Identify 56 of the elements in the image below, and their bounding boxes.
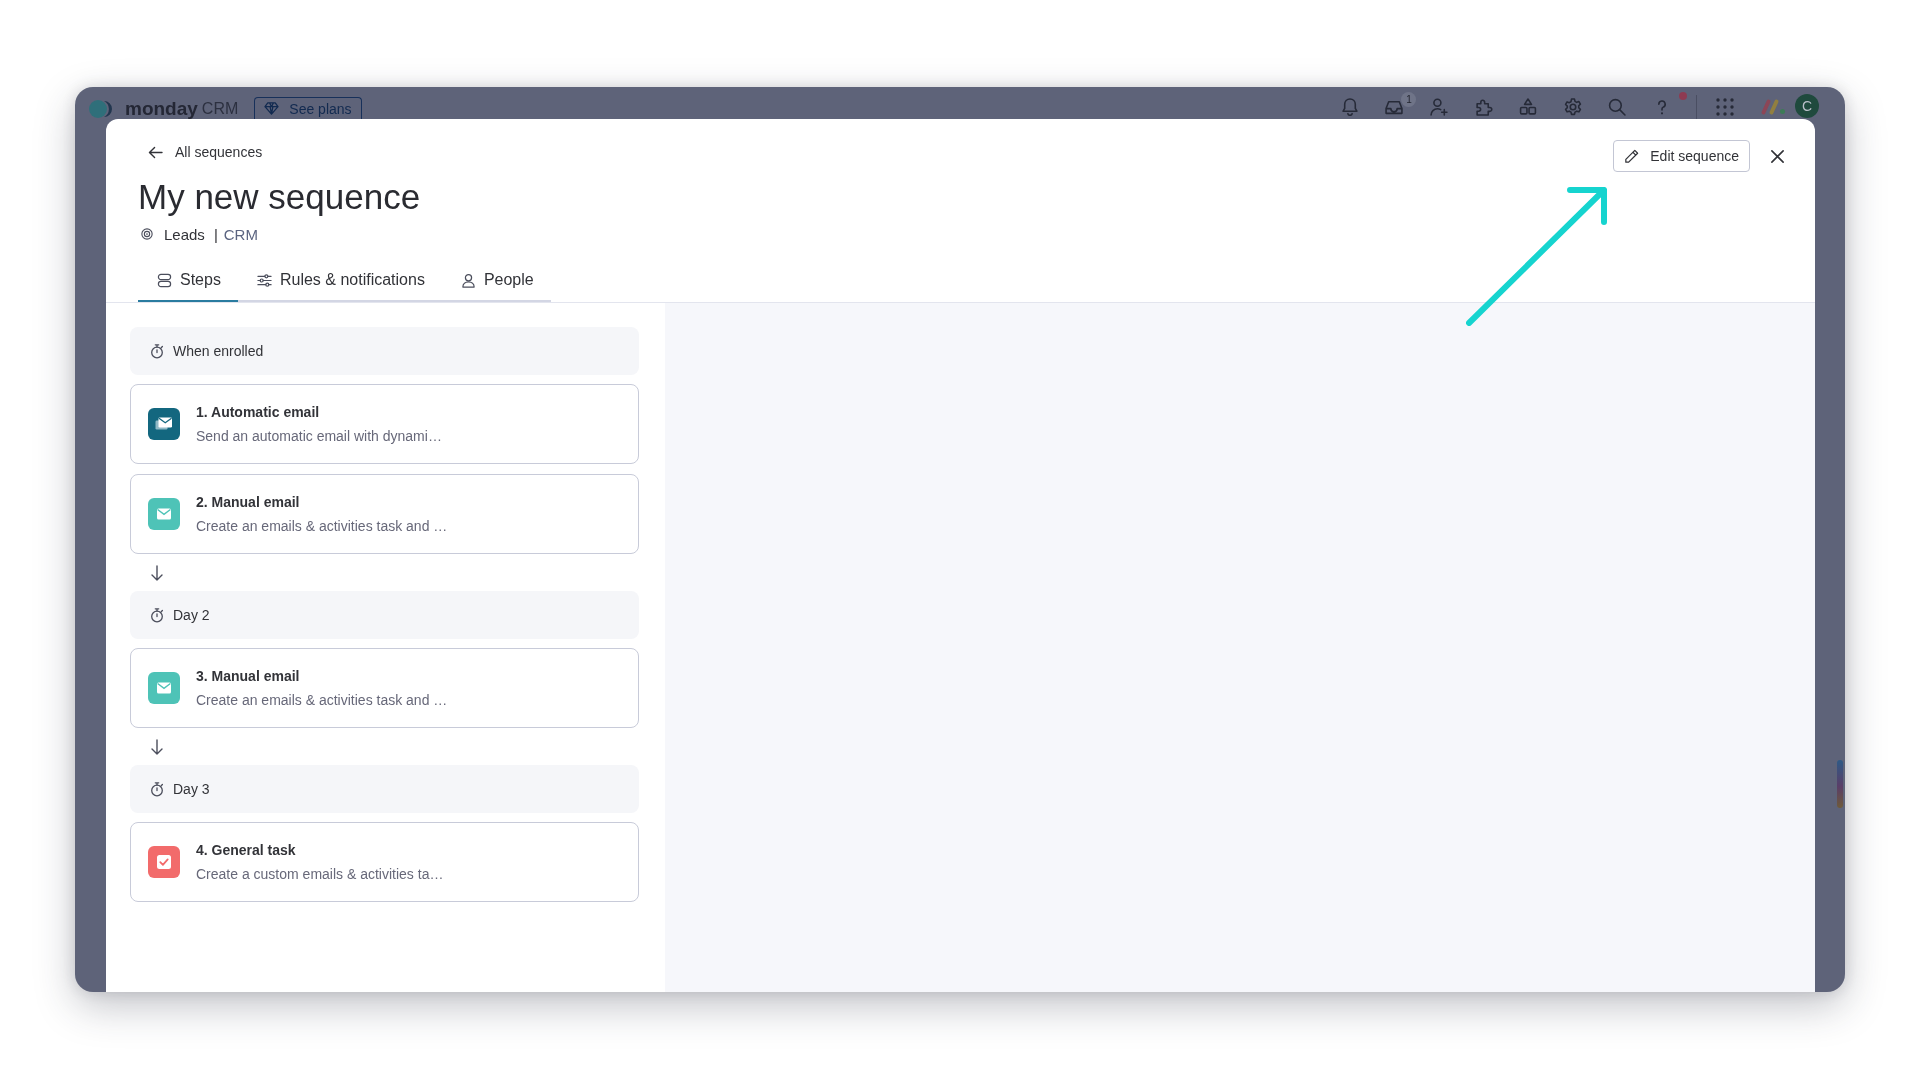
step-description: Send an automatic email with dynami…	[196, 427, 442, 445]
app-logo-icon	[88, 97, 114, 121]
envelope-icon	[148, 672, 180, 704]
tab[interactable]: People	[441, 260, 551, 302]
workspace-name: CRM	[223, 225, 258, 243]
sequence-title: My new sequence	[138, 176, 421, 218]
back-link[interactable]: All sequences	[148, 142, 263, 162]
step-description: Create an emails & activities task and …	[196, 691, 448, 709]
puzzle-icon	[1474, 98, 1493, 116]
shapes-icon	[1519, 98, 1538, 116]
settings-icon	[1563, 98, 1582, 116]
notification-count: 1	[1401, 92, 1417, 107]
product-logo-icon	[1760, 98, 1788, 116]
step-description: Create an emails & activities task and …	[196, 517, 448, 535]
user-avatar[interactable]: C	[1795, 94, 1819, 118]
tray-icon	[1385, 98, 1404, 116]
pencil-icon	[1623, 147, 1641, 165]
step-card[interactable]: 3. Manual email Create an emails & activities task and …	[130, 648, 639, 728]
edit-sequence-button[interactable]: Edit sequence	[1613, 140, 1750, 172]
envelope-icon	[148, 498, 180, 530]
timing-label: When enrolled	[173, 342, 264, 360]
person-icon	[460, 272, 476, 288]
step-title: 2. Manual email	[196, 493, 301, 511]
breadcrumb-separator: |	[213, 225, 218, 243]
dot-grid-icon	[1716, 98, 1734, 116]
sliders-icon	[256, 272, 272, 288]
product-name: CRM	[201, 100, 239, 118]
down-arrow-icon	[150, 738, 164, 755]
scroll-handle[interactable]	[1837, 760, 1843, 808]
step-title: 4. General task	[196, 841, 297, 859]
timing-label: Day 2	[173, 606, 210, 624]
tab[interactable]: Steps	[138, 260, 238, 302]
checkbox-icon	[148, 846, 180, 878]
diamond-icon	[264, 102, 280, 115]
person-plus-icon	[1430, 98, 1449, 116]
stacked-envelopes-icon	[148, 408, 180, 440]
step-title: 1. Automatic email	[196, 403, 321, 421]
board-link[interactable]: Leads	[164, 225, 205, 243]
step-title: 3. Manual email	[196, 667, 301, 685]
bell-icon	[1340, 98, 1359, 116]
stacked-rows-icon	[157, 272, 172, 288]
step-card[interactable]: 2. Manual email Create an emails & activities task and …	[130, 474, 639, 554]
stopwatch-icon	[149, 607, 165, 623]
stopwatch-icon	[149, 343, 165, 359]
timing-label: Day 3	[173, 780, 210, 798]
down-arrow-icon	[150, 564, 164, 581]
brand-name: monday	[125, 98, 198, 120]
back-arrow-icon	[148, 145, 163, 159]
target-icon	[141, 228, 153, 240]
step-card[interactable]: 4. General task Create a custom emails & activities ta…	[130, 822, 639, 902]
search-icon	[1608, 98, 1627, 116]
stopwatch-icon	[149, 781, 165, 797]
close-icon	[1769, 148, 1785, 164]
step-description: Create a custom emails & activities ta…	[196, 865, 444, 883]
step-card[interactable]: 1. Automatic email Send an automatic email with dynami…	[130, 384, 639, 464]
tab[interactable]: Rules & notifications	[237, 260, 442, 302]
